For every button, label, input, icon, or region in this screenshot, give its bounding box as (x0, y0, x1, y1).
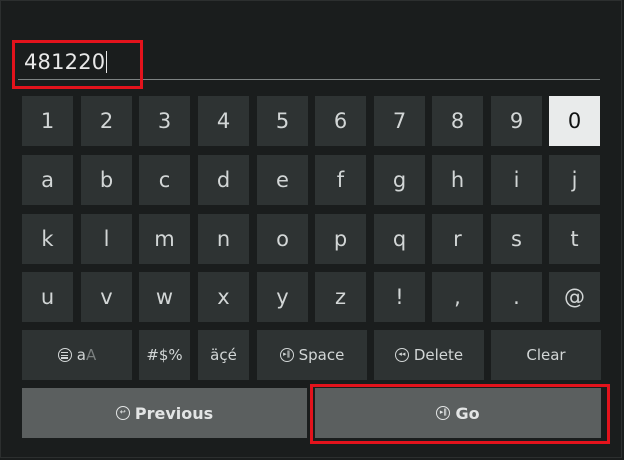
key-l[interactable]: l (81, 214, 132, 264)
key-b[interactable]: b (81, 155, 132, 205)
key-8[interactable]: 8 (432, 96, 483, 146)
clear-button[interactable]: Clear (491, 330, 601, 380)
key-at[interactable]: @ (549, 272, 600, 322)
key-x[interactable]: x (198, 272, 249, 322)
key-f[interactable]: f (315, 155, 366, 205)
key-p[interactable]: p (315, 214, 366, 264)
key-e[interactable]: e (257, 155, 308, 205)
key-w[interactable]: w (139, 272, 190, 322)
back-icon: ↩ (115, 406, 130, 420)
key-period[interactable]: . (491, 272, 542, 322)
key-d[interactable]: d (198, 155, 249, 205)
key-r[interactable]: r (432, 214, 483, 264)
key-7[interactable]: 7 (374, 96, 425, 146)
accents-button[interactable]: äçé (198, 330, 249, 380)
input-highlight-box (12, 40, 143, 89)
key-o[interactable]: o (257, 214, 308, 264)
key-n[interactable]: n (198, 214, 249, 264)
space-button[interactable]: ▸‖ Space (257, 330, 367, 380)
menu-icon (57, 348, 72, 362)
key-z[interactable]: z (315, 272, 366, 322)
key-1[interactable]: 1 (22, 96, 73, 146)
key-9[interactable]: 9 (491, 96, 542, 146)
key-g[interactable]: g (374, 155, 425, 205)
key-v[interactable]: v (81, 272, 132, 322)
key-q[interactable]: q (374, 214, 425, 264)
key-y[interactable]: y (257, 272, 308, 322)
case-toggle-label: aA (76, 346, 97, 364)
key-s[interactable]: s (491, 214, 542, 264)
space-label: Space (298, 346, 345, 364)
key-h[interactable]: h (432, 155, 483, 205)
previous-button[interactable]: ↩ Previous (22, 388, 307, 438)
key-u[interactable]: u (22, 272, 73, 322)
key-6[interactable]: 6 (315, 96, 366, 146)
key-2[interactable]: 2 (81, 96, 132, 146)
key-3[interactable]: 3 (139, 96, 190, 146)
delete-button[interactable]: ◂◂ Delete (374, 330, 484, 380)
delete-label: Delete (413, 346, 464, 364)
play-pause-icon: ▸‖ (279, 348, 294, 362)
key-c[interactable]: c (139, 155, 190, 205)
key-5[interactable]: 5 (257, 96, 308, 146)
case-toggle-button[interactable]: aA (22, 330, 132, 380)
rewind-icon: ◂◂ (394, 348, 409, 362)
key-0-selected[interactable]: 0 (549, 96, 600, 146)
key-exclamation[interactable]: ! (374, 272, 425, 322)
key-comma[interactable]: , (432, 272, 483, 322)
key-i[interactable]: i (491, 155, 542, 205)
symbols-button[interactable]: #$% (139, 330, 190, 380)
key-4[interactable]: 4 (198, 96, 249, 146)
key-k[interactable]: k (22, 214, 73, 264)
key-a[interactable]: a (22, 155, 73, 205)
key-t[interactable]: t (549, 214, 600, 264)
key-m[interactable]: m (139, 214, 190, 264)
go-highlight-box (310, 384, 610, 444)
previous-label: Previous (134, 403, 214, 423)
key-j[interactable]: j (549, 155, 600, 205)
